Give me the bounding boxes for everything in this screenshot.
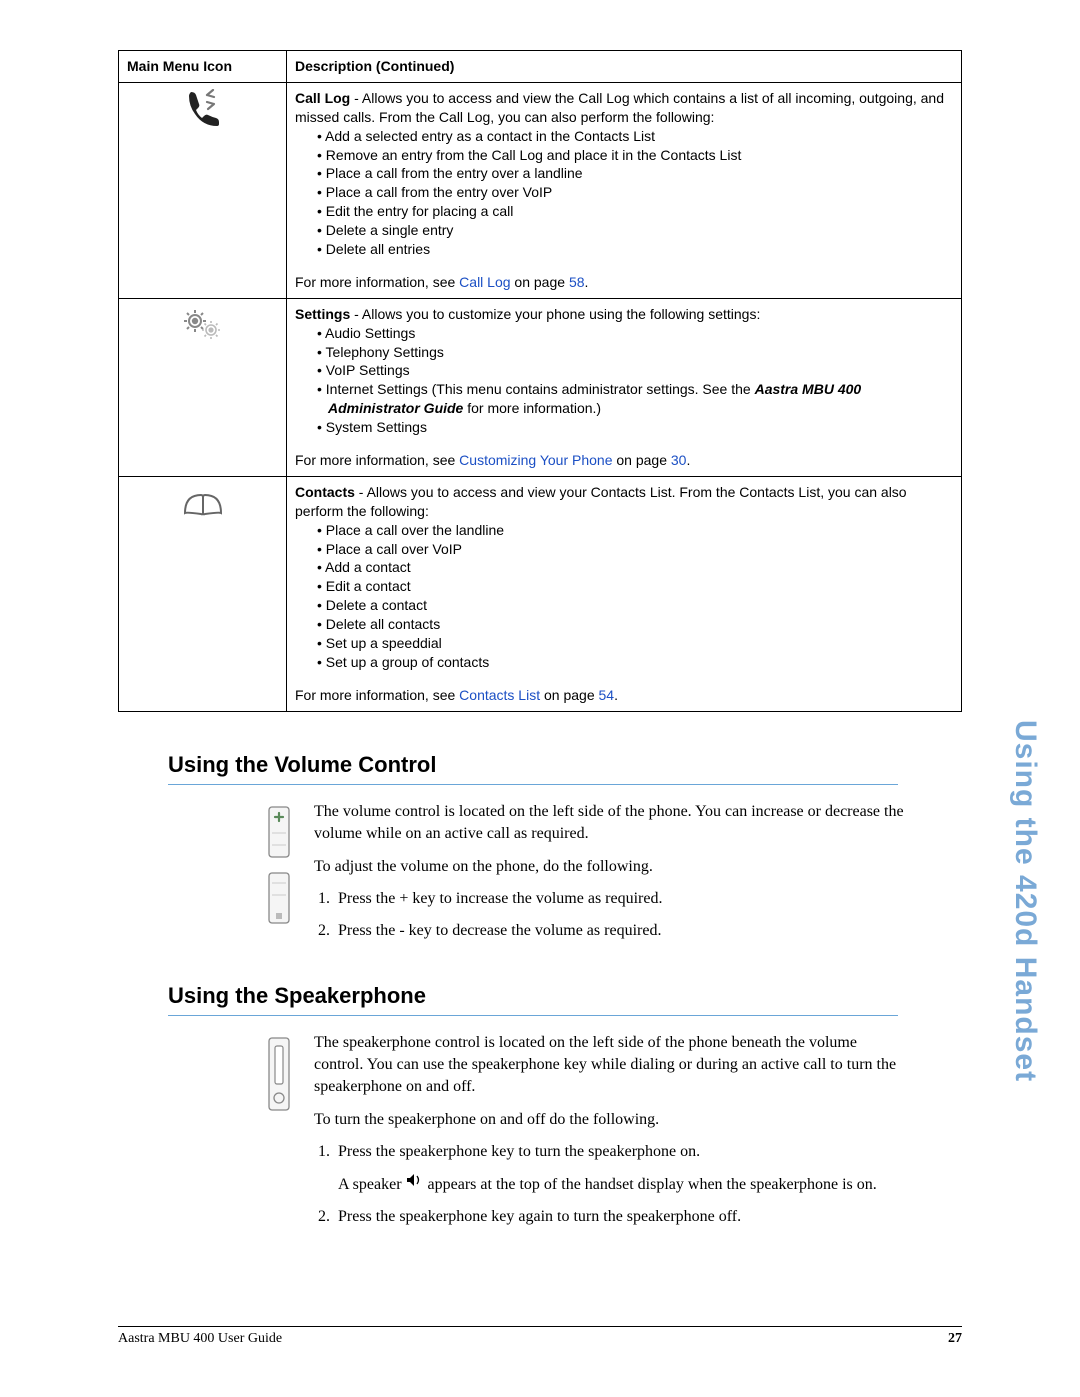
desc-cell: Settings - Allows you to customize your … (287, 298, 962, 476)
bullet: Add a contact (317, 558, 953, 577)
dot: . (614, 687, 618, 703)
footer-guide: Aastra MBU 400 User Guide (118, 1331, 282, 1347)
bullet: Place a call over the landline (317, 521, 953, 540)
heading-speaker: Using the Speakerphone (168, 983, 962, 1011)
table-row: Contacts - Allows you to access and view… (119, 476, 962, 711)
spk-step2: Press the speakerphone key again to turn… (334, 1206, 904, 1228)
main-menu-table: Main Menu Icon Description (Continued) C… (118, 50, 962, 712)
inet-suffix: for more information.) (463, 400, 601, 416)
bullet: Set up a speeddial (317, 634, 953, 653)
link-suffix: on page (511, 274, 569, 290)
link-page-30[interactable]: 30 (671, 452, 687, 468)
bullet: Telephony Settings (317, 343, 953, 362)
icon-cell (119, 82, 287, 298)
table-header-desc: Description (Continued) (287, 51, 962, 83)
heading-rule (168, 1015, 898, 1016)
table-header-icon: Main Menu Icon (119, 51, 287, 83)
vol-p2: To adjust the volume on the phone, do th… (314, 856, 904, 878)
volume-block: The volume control is located on the lef… (264, 801, 904, 953)
speaker-block: The speakerphone control is located on t… (264, 1032, 904, 1239)
speaker-indicator-icon (406, 1172, 424, 1194)
vol-step1: Press the + key to increase the volume a… (334, 888, 904, 910)
bullet: Edit the entry for placing a call (317, 202, 953, 221)
desc-cell: Contacts - Allows you to access and view… (287, 476, 962, 711)
link-call-log[interactable]: Call Log (459, 274, 510, 290)
spk-step1b-b: appears at the top of the handset displa… (428, 1176, 877, 1193)
icon-cell (119, 476, 287, 711)
link-page-58[interactable]: 58 (569, 274, 585, 290)
link-page-54[interactable]: 54 (599, 687, 615, 703)
settings-icon (181, 305, 225, 343)
row-title: Settings (295, 306, 350, 322)
inet-prefix: Internet Settings (This menu contains ad… (326, 381, 755, 397)
bullet: Edit a contact (317, 577, 953, 596)
icon-cell (119, 298, 287, 476)
spk-p2: To turn the speakerphone on and off do t… (314, 1109, 904, 1131)
vol-p1: The volume control is located on the lef… (314, 801, 904, 846)
contacts-icon (181, 483, 225, 521)
bullet: Delete a single entry (317, 221, 953, 240)
bullet: Remove an entry from the Call Log and pl… (317, 146, 953, 165)
chapter-tab: Using the 420d Handset (1008, 720, 1042, 1082)
table-row: Settings - Allows you to customize your … (119, 298, 962, 476)
row-title: Contacts (295, 484, 355, 500)
desc-cell: Call Log - Allows you to access and view… (287, 82, 962, 298)
dot: . (686, 452, 690, 468)
link-customizing[interactable]: Customizing Your Phone (459, 452, 612, 468)
bullet: VoIP Settings (317, 361, 953, 380)
bullet: Place a call from the entry over a landl… (317, 164, 953, 183)
link-contacts-list[interactable]: Contacts List (459, 687, 540, 703)
dot: . (585, 274, 589, 290)
bullet: Delete a contact (317, 596, 953, 615)
row-intro: - Allows you to access and view your Con… (295, 484, 907, 519)
heading-rule (168, 784, 898, 785)
table-row: Call Log - Allows you to access and view… (119, 82, 962, 298)
bullet: Add a selected entry as a contact in the… (317, 127, 953, 146)
spk-p1: The speakerphone control is located on t… (314, 1032, 904, 1099)
heading-volume: Using the Volume Control (168, 752, 962, 780)
bullet: Place a call over VoIP (317, 540, 953, 559)
bullet: Audio Settings (317, 324, 953, 343)
bullet: Set up a group of contacts (317, 653, 953, 672)
bullet: Place a call from the entry over VoIP (317, 183, 953, 202)
bullet: Delete all contacts (317, 615, 953, 634)
link-prefix: For more information, see (295, 687, 459, 703)
speakerphone-button-icon (266, 1036, 292, 1114)
vol-step2: Press the - key to decrease the volume a… (334, 920, 904, 942)
link-suffix: on page (540, 687, 598, 703)
row-intro: - Allows you to access and view the Call… (295, 90, 944, 125)
link-prefix: For more information, see (295, 274, 459, 290)
row-intro: - Allows you to customize your phone usi… (350, 306, 760, 322)
bullet: Internet Settings (This menu contains ad… (317, 380, 953, 418)
call-log-icon (181, 89, 225, 127)
spk-step1b-a: A speaker (338, 1176, 406, 1193)
footer-page: 27 (948, 1331, 962, 1347)
row-title: Call Log (295, 90, 350, 106)
bullet: System Settings (317, 418, 953, 437)
link-prefix: For more information, see (295, 452, 459, 468)
link-suffix: on page (613, 452, 671, 468)
spk-step1-text: Press the speakerphone key to turn the s… (338, 1143, 700, 1160)
spk-step1: Press the speakerphone key to turn the s… (334, 1141, 904, 1196)
volume-button-icon (266, 805, 292, 925)
footer: Aastra MBU 400 User Guide 27 (118, 1326, 962, 1347)
bullet: Delete all entries (317, 240, 953, 259)
